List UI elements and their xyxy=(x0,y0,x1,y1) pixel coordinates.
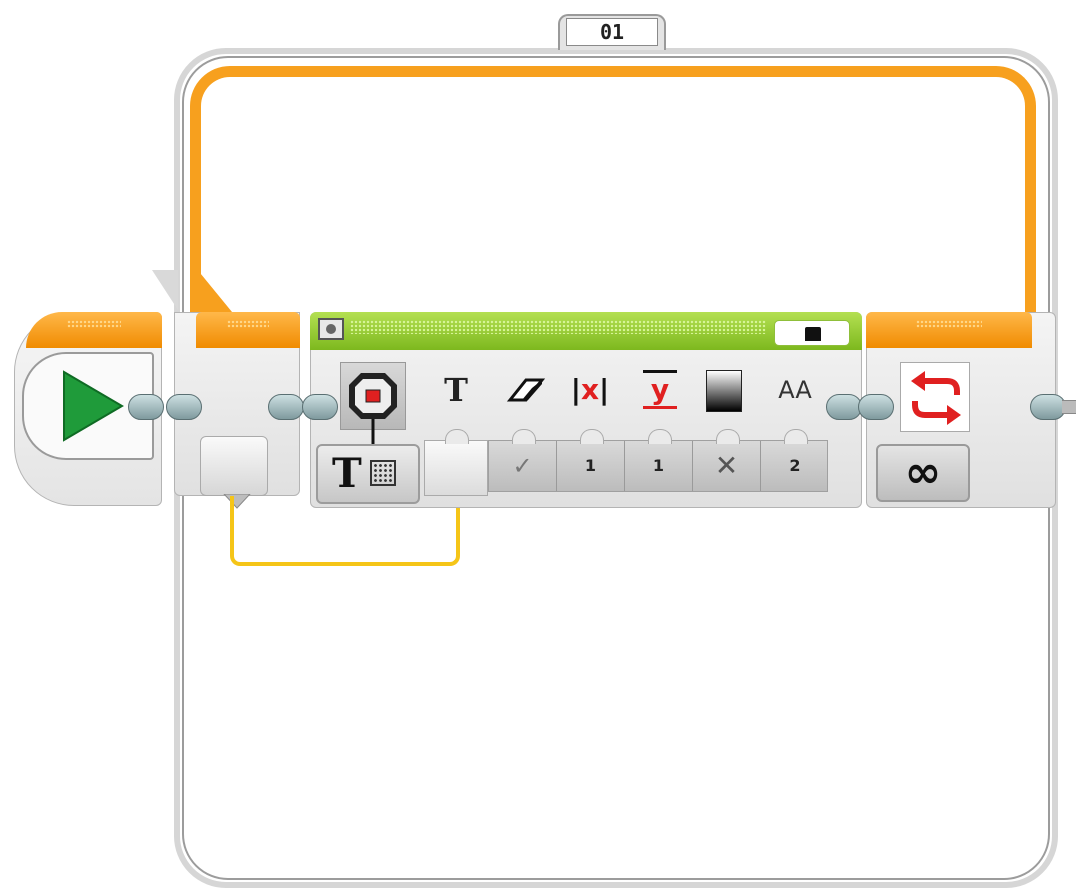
loop-start-input-connector xyxy=(166,394,202,420)
display-preview-icon[interactable] xyxy=(318,318,344,340)
loop-arrow-gray xyxy=(152,270,178,310)
x-value[interactable]: 1 xyxy=(557,429,625,491)
eye-icon xyxy=(326,324,336,334)
y-value[interactable]: 1 xyxy=(625,429,693,491)
text-param-icon: T xyxy=(444,371,468,409)
sequence-beam-out xyxy=(1062,400,1076,414)
loop-start-output-connector xyxy=(268,394,304,420)
x-position-icon: |x| xyxy=(570,373,610,406)
loop-sequence-wire xyxy=(190,66,1036,346)
font-size-icon: AA xyxy=(778,376,812,404)
text-input[interactable] xyxy=(424,429,488,496)
clear-screen-value[interactable]: ✓ xyxy=(489,429,557,491)
loop-end-output-connector xyxy=(1030,394,1066,420)
grid-icon xyxy=(370,460,396,486)
display-input-connector xyxy=(302,394,338,420)
color-square-icon xyxy=(706,370,742,412)
loop-arrow-orange xyxy=(196,268,232,312)
display-output-connector xyxy=(826,394,862,420)
loop-end-input-connector xyxy=(858,394,894,420)
loop-end-icon-box xyxy=(900,362,970,432)
loop-start-header xyxy=(196,312,300,348)
display-block-icon xyxy=(340,362,406,451)
play-icon xyxy=(63,370,124,442)
text-input-notch xyxy=(445,429,469,444)
loop-index-output[interactable] xyxy=(200,436,268,496)
display-mode-selector[interactable]: T xyxy=(316,444,420,504)
start-block-header xyxy=(26,312,162,348)
text-mode-letter: T xyxy=(332,450,362,497)
display-params-row: ✓ 1 1 ✕ 2 xyxy=(488,429,829,492)
loop-arrows-icon xyxy=(911,371,961,425)
loop-name-field[interactable]: 01 xyxy=(566,18,658,46)
font-value[interactable]: 2 xyxy=(761,429,829,491)
start-output-connector xyxy=(128,394,164,420)
brick-icon xyxy=(805,327,821,341)
color-value[interactable]: ✕ xyxy=(693,429,761,491)
loop-mode-selector[interactable]: ∞ xyxy=(876,444,970,502)
y-position-icon: y xyxy=(636,368,684,412)
loop-end-header xyxy=(866,312,1032,348)
eraser-icon xyxy=(502,368,546,412)
brick-port-selector[interactable] xyxy=(774,320,850,346)
